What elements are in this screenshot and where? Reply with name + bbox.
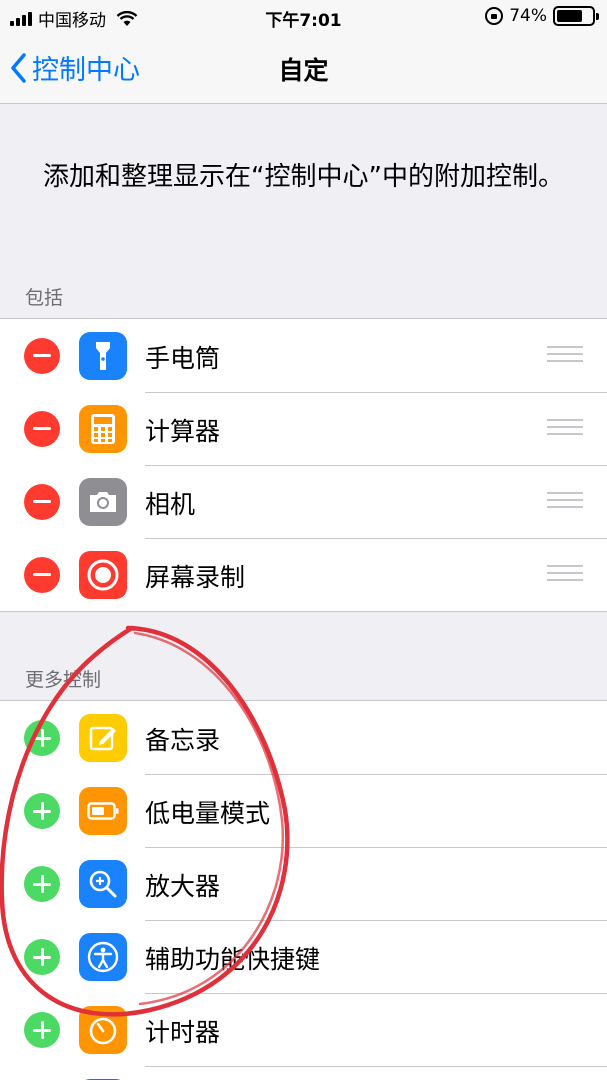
- item-label: 相机: [145, 490, 196, 519]
- rotation-lock-icon: [485, 7, 504, 25]
- notes-icon: [79, 714, 127, 762]
- add-button[interactable]: [24, 866, 60, 902]
- more-controls-list: 备忘录 低电量模式 放大器 辅助功能快捷键 计时器: [0, 700, 607, 1080]
- list-item-partial: [0, 1066, 607, 1080]
- screen-record-icon: [79, 551, 127, 599]
- status-bar: 中国移动 下午7:01 74%: [0, 0, 607, 34]
- list-item: 计算器: [0, 392, 607, 465]
- add-button[interactable]: [24, 939, 60, 975]
- remove-button[interactable]: [24, 338, 60, 374]
- flashlight-icon: [79, 332, 127, 380]
- included-list: 手电筒 计算器 相机 屏幕录制: [0, 318, 607, 612]
- magnifier-icon: [79, 860, 127, 908]
- remove-button[interactable]: [24, 557, 60, 593]
- list-item: 备忘录: [0, 701, 607, 774]
- list-item: 辅助功能快捷键: [0, 920, 607, 993]
- camera-icon: [79, 478, 127, 526]
- list-item: 手电筒: [0, 319, 607, 392]
- reorder-handle[interactable]: [547, 346, 583, 364]
- navigation-bar: 控制中心 自定: [0, 34, 607, 104]
- accessibility-icon: [79, 933, 127, 981]
- battery-fill: [557, 10, 583, 22]
- status-right: 74%: [485, 6, 599, 26]
- intro-text: 添加和整理显示在“控制中心”中的附加控制。: [43, 162, 564, 192]
- item-label: 屏幕录制: [145, 563, 246, 592]
- item-label: 计算器: [145, 417, 221, 446]
- list-item: 屏幕录制: [0, 538, 607, 611]
- battery-percent: 74%: [509, 6, 547, 26]
- item-label: 放大器: [145, 872, 221, 901]
- list-item: 放大器: [0, 847, 607, 920]
- list-item: 相机: [0, 465, 607, 538]
- section-header-more: 更多控制: [25, 669, 102, 691]
- item-label: 辅助功能快捷键: [145, 945, 321, 974]
- low-power-icon: [79, 787, 127, 835]
- list-item: 计时器: [0, 993, 607, 1066]
- remove-button[interactable]: [24, 411, 60, 447]
- reorder-handle[interactable]: [547, 492, 583, 510]
- add-button[interactable]: [24, 1012, 60, 1048]
- item-label: 低电量模式: [145, 799, 271, 828]
- item-label: 手电筒: [145, 344, 221, 373]
- calculator-icon: [79, 405, 127, 453]
- section-header-included: 包括: [25, 287, 64, 309]
- remove-button[interactable]: [24, 484, 60, 520]
- battery-tip: [596, 13, 599, 20]
- add-button[interactable]: [24, 793, 60, 829]
- battery-icon: [553, 6, 599, 26]
- page-title: 自定: [278, 56, 329, 85]
- add-button[interactable]: [24, 720, 60, 756]
- list-item: 低电量模式: [0, 774, 607, 847]
- timer-icon: [79, 1006, 127, 1054]
- item-label: 计时器: [145, 1018, 221, 1047]
- reorder-handle[interactable]: [547, 419, 583, 437]
- item-label: 备忘录: [145, 726, 221, 755]
- reorder-handle[interactable]: [547, 565, 583, 583]
